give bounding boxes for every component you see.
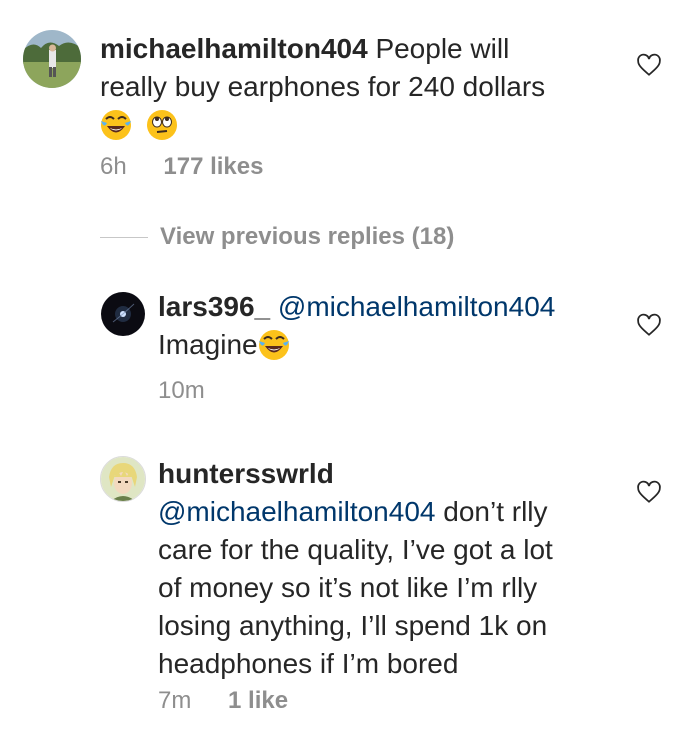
- comment-likes[interactable]: 177 likes: [163, 153, 263, 180]
- view-previous-replies-label: View previous replies (18): [160, 223, 455, 250]
- comment-text-line1: People will: [375, 33, 510, 64]
- laughing-crying-emoji: [258, 329, 290, 371]
- reply-1-mention[interactable]: @michaelhamilton404: [278, 291, 555, 322]
- avatar-huntersswrld[interactable]: [100, 456, 146, 502]
- reply-2-text-line2: care for the quality, I’ve got a lot: [158, 534, 553, 565]
- reply-2-time: 7m: [158, 687, 192, 714]
- view-previous-replies-button[interactable]: View previous replies (18): [100, 222, 454, 252]
- comment-meta: 6h 177 likes: [100, 153, 263, 181]
- reply-2-mention[interactable]: @michaelhamilton404: [158, 496, 435, 527]
- reply-2-text-line5: headphones if I’m bored: [158, 648, 459, 679]
- reply-2-meta: 7m 1 like: [158, 687, 288, 715]
- divider-line: [100, 236, 148, 238]
- avatar-anime-character: [101, 457, 145, 501]
- comment-text-line2: really buy earphones for 240 dollars: [100, 71, 546, 102]
- reply-2-body: huntersswrld @michaelhamilton404 don’t r…: [158, 455, 618, 683]
- reply-1-username[interactable]: lars396_: [158, 291, 270, 322]
- reply-2-text-line3: of money so it’s not like I’m rlly: [158, 572, 538, 603]
- reply-1-time: 10m: [158, 377, 205, 404]
- reply-1-meta: 10m: [158, 377, 205, 405]
- reply-2-text-line1: don’t rlly: [443, 496, 548, 527]
- avatar-photo-dark: [101, 292, 145, 336]
- comment-time: 6h: [100, 153, 127, 180]
- reply-1-text: Imagine: [158, 329, 258, 360]
- like-reply-1-heart-icon[interactable]: [636, 312, 662, 338]
- eye-roll-emoji: [146, 109, 178, 151]
- avatar-photo-outdoor: [23, 30, 81, 88]
- like-comment-heart-icon[interactable]: [636, 52, 662, 78]
- comment-body: michaelhamilton404 People will really bu…: [100, 30, 600, 151]
- reply-2-text-line4: losing anything, I’ll spend 1k on: [158, 610, 548, 641]
- comment-username[interactable]: michaelhamilton404: [100, 33, 368, 64]
- laughing-crying-emoji: [100, 109, 132, 151]
- like-reply-2-heart-icon[interactable]: [636, 479, 662, 505]
- avatar-michaelhamilton404[interactable]: [23, 30, 81, 88]
- reply-2-username[interactable]: huntersswrld: [158, 458, 334, 489]
- reply-2-likes[interactable]: 1 like: [228, 687, 288, 714]
- avatar-lars396[interactable]: [101, 292, 145, 336]
- reply-1-body: lars396_ @michaelhamilton404 Imagine: [158, 288, 618, 371]
